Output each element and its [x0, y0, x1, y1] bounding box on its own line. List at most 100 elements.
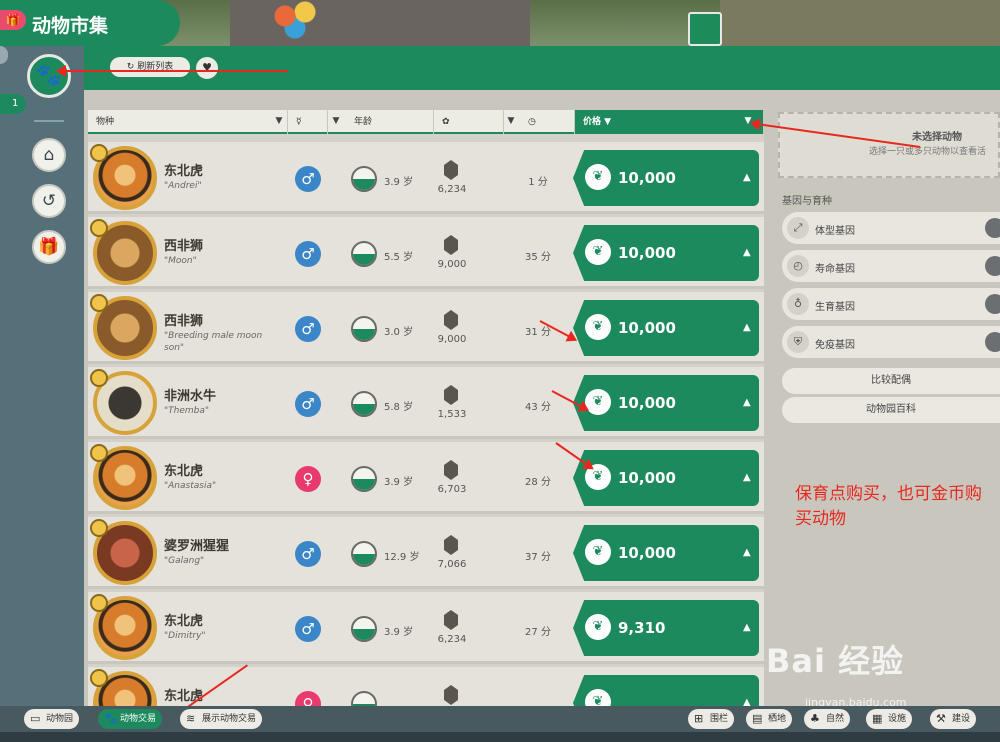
facility-button[interactable]: ▦ 设施 — [866, 709, 913, 729]
age-clock-icon — [351, 466, 377, 492]
time-remaining: 35 分 — [525, 252, 551, 263]
habitat-icon: ▤ — [752, 712, 763, 725]
sex-icon: ♂ — [295, 616, 321, 642]
animal-nickname: "Moon" — [164, 256, 197, 266]
exhibit-icon: ≋ — [186, 712, 196, 725]
medal-icon — [90, 219, 108, 237]
conservation-icon — [444, 310, 458, 330]
animal-trade-tab-label: 动物交易 — [120, 714, 157, 724]
animal-row[interactable]: 东北虎 "Dimitry" ♂ 3.9 岁 6,234 27 分 ❦ 9,310 ▲ — [88, 592, 764, 664]
gene-toggle[interactable] — [985, 218, 1000, 238]
conservation-leaf-icon: ❦ — [585, 239, 611, 265]
nature-label: 自然 — [826, 714, 845, 724]
animal-nickname: "Andrei" — [164, 181, 202, 191]
medal-icon — [90, 444, 108, 462]
conservation-leaf-icon: ❦ — [585, 314, 611, 340]
animal-row[interactable]: 非洲水牛 "Themba" ♂ 5.8 岁 1,533 43 分 ❦ 10,000 ▲ — [88, 367, 764, 439]
genetics-title: 基因与育种 — [782, 196, 832, 207]
fence-button[interactable]: ⊞ 围栏 — [688, 709, 735, 729]
zoo-tab-button[interactable]: ▭ 动物园 — [24, 709, 80, 729]
animal-nickname: "Galang" — [164, 556, 205, 566]
sex-icon: ♂ — [295, 541, 321, 567]
facility-label: 设施 — [888, 714, 907, 724]
price-value: 10,000 — [618, 394, 676, 412]
age-clock-icon — [351, 541, 377, 567]
medal-icon — [90, 144, 108, 162]
conservation-icon — [444, 535, 458, 555]
age-clock-icon — [351, 241, 377, 267]
medal-icon — [90, 669, 108, 687]
conservation-icon — [444, 385, 458, 405]
animal-row[interactable]: 西非狮 "Breeding male moon son" ♂ 3.0 岁 9,000 31… — [88, 292, 764, 364]
user-icon: ▲ — [743, 322, 751, 333]
conservation-value: 1,533 — [437, 409, 467, 420]
age-value: 3.9 岁 — [384, 177, 414, 188]
medal-icon — [90, 294, 108, 312]
species-name: 西非狮 — [164, 239, 204, 254]
compare-mates-button[interactable]: 比较配偶 — [782, 368, 1000, 394]
nature-button[interactable]: ♣ 自然 — [804, 709, 851, 729]
age-value: 3.0 岁 — [384, 327, 414, 338]
zoo-icon: ▭ — [30, 712, 41, 725]
gene-toggle[interactable] — [985, 332, 1000, 352]
conservation-value: 6,703 — [437, 484, 467, 495]
bottom-status-strip — [0, 732, 1000, 742]
time-remaining: 37 分 — [525, 552, 551, 563]
age-clock-icon — [351, 316, 377, 342]
animal-row[interactable]: 婆罗洲猩猩 "Galang" ♂ 12.9 岁 7,066 37 分 ❦ 10,000 ▲ — [88, 517, 764, 589]
age-clock-icon — [351, 691, 377, 706]
fence-icon: ⊞ — [694, 712, 704, 725]
sex-icon: ♂ — [295, 166, 321, 192]
animal-row[interactable]: 东北虎 "Andrei" ♂ 3.9 岁 6,234 1 分 ❦ 10,000 ▲ — [88, 142, 764, 214]
sex-icon: ♂ — [295, 316, 321, 342]
gene-toggle[interactable] — [985, 256, 1000, 276]
age-clock-icon — [351, 391, 377, 417]
lifespan-gene-icon: ◴ — [787, 255, 809, 277]
price-value: 10,000 — [618, 169, 676, 187]
animal-row[interactable]: 东北虎 "Anastasia" ♀ 3.9 岁 6,703 28 分 ❦ 10,000 ▲ — [88, 442, 764, 514]
species-name: 西非狮 — [164, 314, 204, 329]
price-value: 9,310 — [618, 619, 666, 637]
conservation-value: 6,234 — [437, 184, 467, 195]
conservation-icon — [444, 235, 458, 255]
animal-trade-tab-button[interactable]: 🐾 动物交易 — [98, 709, 163, 729]
species-name: 婆罗洲猩猩 — [164, 539, 230, 554]
zoopedia-button[interactable]: 动物园百科 — [782, 397, 1000, 423]
conservation-leaf-icon: ❦ — [585, 539, 611, 565]
gene-toggle[interactable] — [985, 294, 1000, 314]
no-selection-title: 未选择动物 — [912, 132, 962, 143]
time-remaining: 27 分 — [525, 627, 551, 638]
gene-label: 体型基因 — [815, 226, 855, 237]
conservation-icon — [444, 160, 458, 180]
age-value: 3.9 岁 — [384, 477, 414, 488]
animal-nickname: "Themba" — [164, 406, 210, 416]
build-button[interactable]: ⚒ 建设 — [930, 709, 977, 729]
exhibit-trade-tab-button[interactable]: ≋ 展示动物交易 — [180, 709, 263, 729]
annotation-text: 保育点购买，也可金币购买动物 — [795, 484, 982, 529]
immunity-gene-icon: ⛨ — [787, 331, 809, 353]
species-name: 东北虎 — [164, 614, 204, 629]
no-selection-hint: 选择一只或多只动物以查看活 — [869, 147, 987, 157]
conservation-value: 9,000 — [437, 259, 467, 270]
gene-label: 寿命基因 — [815, 264, 855, 275]
watermark-logo: Bai 经验 — [766, 642, 905, 680]
age-clock-icon — [351, 166, 377, 192]
habitat-button[interactable]: ▤ 栖地 — [746, 709, 793, 729]
price-value: 10,000 — [618, 544, 676, 562]
medal-icon — [90, 594, 108, 612]
size-gene-icon: ⤢ — [787, 217, 809, 239]
age-value: 5.5 岁 — [384, 252, 414, 263]
nature-icon: ♣ — [810, 712, 820, 725]
animal-row[interactable]: 东北虎 ♀ ❦ ▲ — [88, 667, 764, 706]
build-icon: ⚒ — [936, 712, 946, 725]
sex-icon: ♂ — [295, 391, 321, 417]
annotation-arrow — [58, 70, 288, 72]
conservation-value: 9,000 — [437, 334, 467, 345]
user-icon: ▲ — [743, 472, 751, 483]
price-value: 10,000 — [618, 469, 676, 487]
price-value: 10,000 — [618, 319, 676, 337]
fertility-gene-icon: ♁ — [787, 293, 809, 315]
time-remaining: 28 分 — [525, 477, 551, 488]
price-value: 10,000 — [618, 244, 676, 262]
animal-row[interactable]: 西非狮 "Moon" ♂ 5.5 岁 9,000 35 分 ❦ 10,000 ▲ — [88, 217, 764, 289]
